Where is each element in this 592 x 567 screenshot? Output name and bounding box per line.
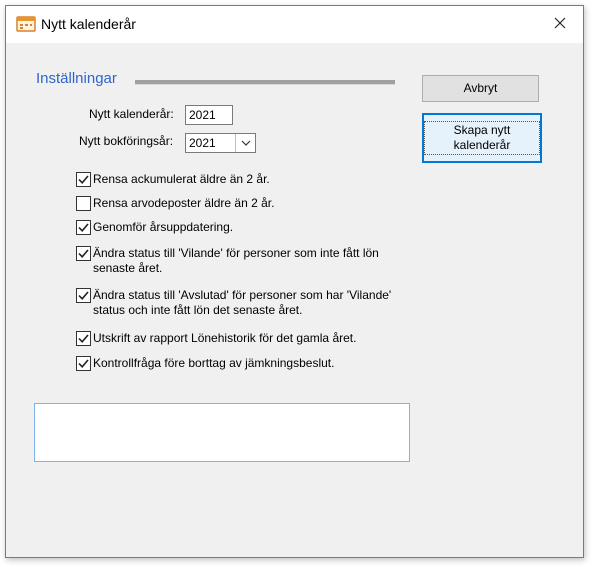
option-label: Ändra status till 'Avslutad' för persone…: [93, 288, 392, 317]
checkmark-icon: [78, 175, 89, 184]
close-button[interactable]: [537, 6, 583, 43]
option-label: Utskrift av rapport Lönehistorik för det…: [93, 331, 357, 345]
checkmark-icon: [78, 249, 89, 258]
create-calendar-year-button[interactable]: Skapa nytt kalenderår: [422, 113, 542, 163]
cancel-button[interactable]: Avbryt: [422, 75, 539, 102]
calendar-year-label: Nytt kalenderår:: [89, 107, 174, 121]
fiscal-year-value: 2021: [189, 136, 216, 150]
fiscal-year-label: Nytt bokföringsår:: [79, 134, 174, 148]
dialog-window: Nytt kalenderår Inställningar Nytt kalen…: [5, 5, 584, 558]
option-label: Genomför årsuppdatering.: [93, 220, 234, 234]
fiscal-year-select[interactable]: 2021: [185, 133, 256, 153]
calendar-app-icon: [16, 16, 36, 32]
option-checkbox[interactable]: [76, 172, 91, 187]
chevron-down-icon[interactable]: [235, 134, 255, 152]
option-label: Rensa arvodeposter äldre än 2 år.: [93, 196, 275, 210]
option-checkbox[interactable]: [76, 220, 91, 235]
window-title: Nytt kalenderår: [41, 16, 136, 32]
checkmark-icon: [78, 334, 89, 343]
title-bar: Nytt kalenderår: [6, 6, 583, 43]
checkmark-icon: [78, 359, 89, 368]
checkmark-icon: [78, 223, 89, 232]
create-button-label: Skapa nytt kalenderår: [424, 121, 540, 155]
option-label: Ändra status till 'Vilande' för personer…: [93, 246, 379, 275]
option-checkbox[interactable]: [76, 246, 91, 261]
option-label: Kontrollfråga före borttag av jämkningsb…: [93, 356, 335, 370]
checkmark-icon: [78, 291, 89, 300]
close-icon: [554, 17, 566, 32]
option-checkbox[interactable]: [76, 356, 91, 371]
option-checkbox[interactable]: [76, 288, 91, 303]
option-checkbox[interactable]: [76, 196, 91, 211]
section-title: Inställningar: [36, 70, 117, 87]
status-memo[interactable]: [34, 403, 410, 462]
option-checkbox[interactable]: [76, 331, 91, 346]
section-divider: [135, 80, 395, 85]
option-label: Rensa ackumulerat äldre än 2 år.: [93, 172, 270, 186]
calendar-year-input[interactable]: 2021: [185, 105, 233, 125]
